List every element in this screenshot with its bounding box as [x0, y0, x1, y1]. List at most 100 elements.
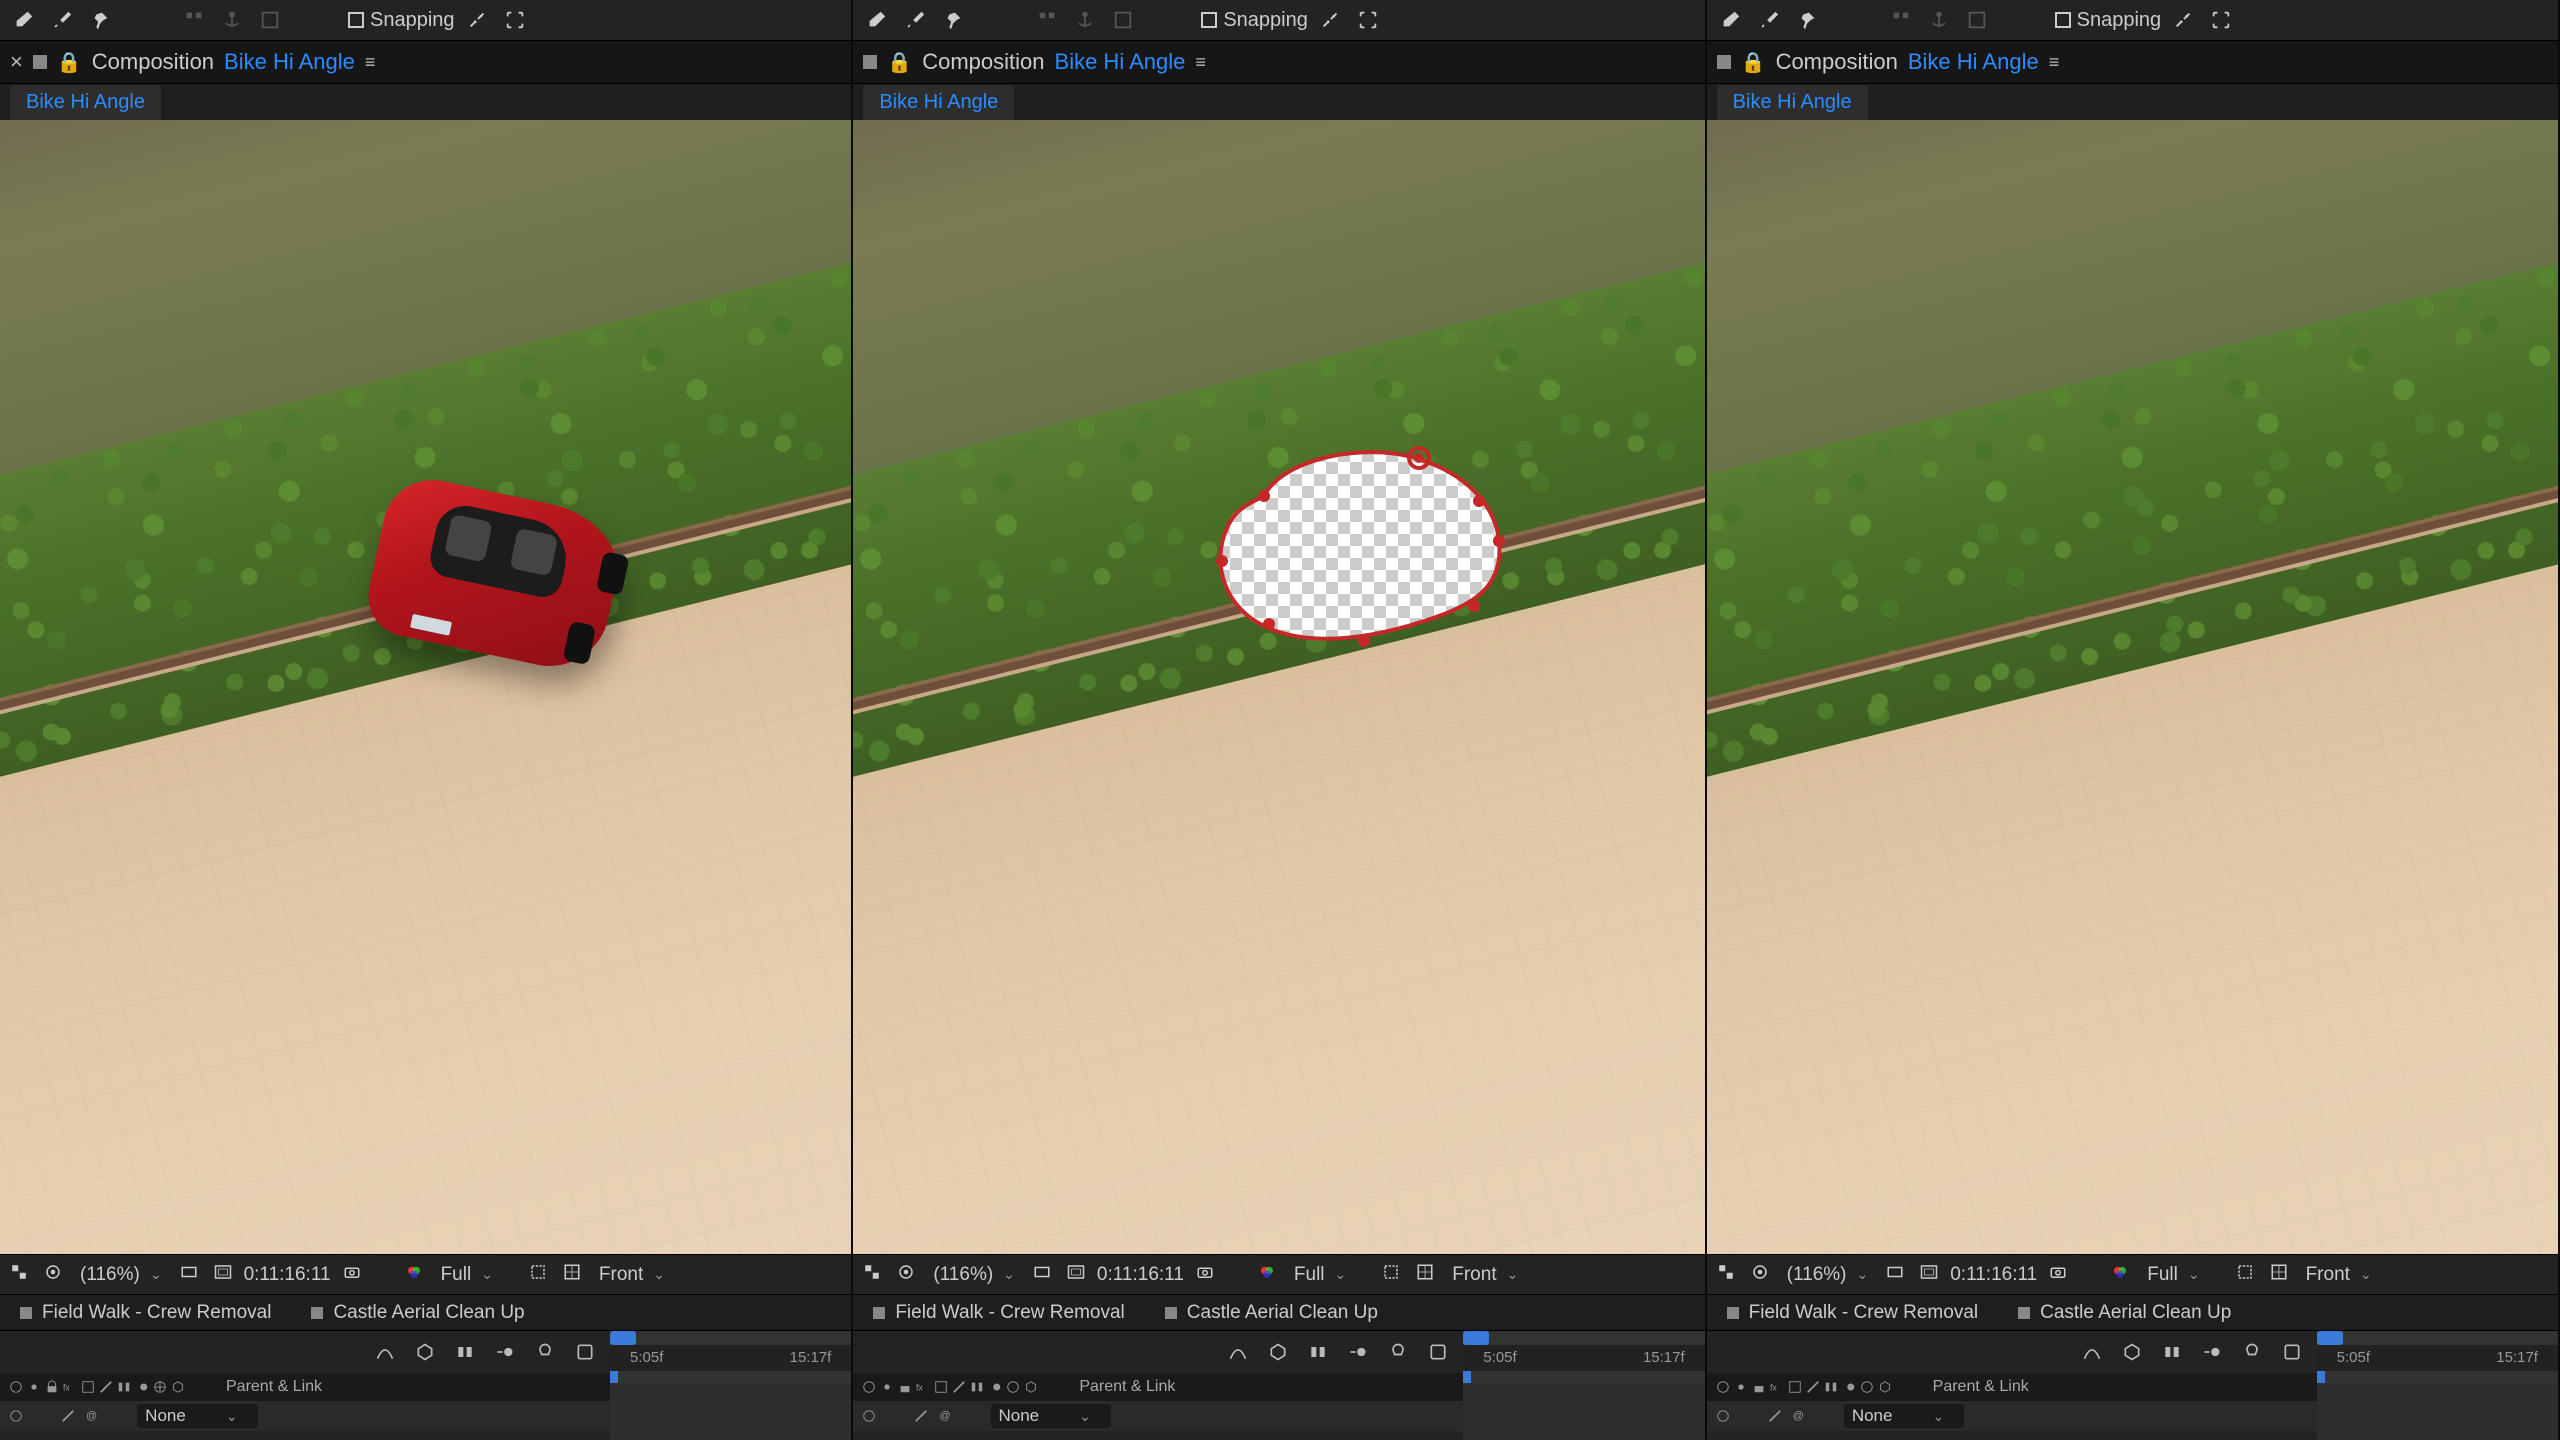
- mask-visibility-icon[interactable]: [893, 1263, 919, 1286]
- snapping-toggle[interactable]: Snapping: [2055, 9, 2162, 32]
- anchor-icon[interactable]: [1069, 4, 1101, 36]
- bounds-icon[interactable]: [1961, 4, 1993, 36]
- work-area-bar[interactable]: [610, 1371, 851, 1383]
- brush-icon[interactable]: [899, 4, 931, 36]
- safe-zones-icon[interactable]: [1916, 1263, 1942, 1286]
- snap-collapse-icon[interactable]: [2167, 4, 2199, 36]
- resolution-icon[interactable]: [1882, 1263, 1908, 1286]
- frame-blend-icon[interactable]: [450, 1337, 480, 1367]
- layer-row[interactable]: @ None⌄: [853, 1401, 1463, 1431]
- resolution-dropdown[interactable]: Full⌄: [2141, 1262, 2205, 1288]
- anchor-icon[interactable]: [216, 4, 248, 36]
- align-icon[interactable]: [178, 4, 210, 36]
- parent-dropdown[interactable]: None⌄: [1844, 1404, 1964, 1428]
- mask-visibility-icon[interactable]: [1747, 1263, 1773, 1286]
- zoom-dropdown[interactable]: (116%) ⌄: [74, 1262, 168, 1288]
- snapshot-icon[interactable]: [1192, 1263, 1218, 1286]
- align-icon[interactable]: [1031, 4, 1063, 36]
- switch-av-icon[interactable]: [8, 1379, 24, 1395]
- timeline-tab-2[interactable]: Castle Aerial Clean Up: [1165, 1302, 1378, 1324]
- pickwhip-icon[interactable]: @: [1793, 1410, 1804, 1422]
- brush-icon[interactable]: [1753, 4, 1785, 36]
- mask-shape[interactable]: [1194, 426, 1514, 666]
- parent-dropdown[interactable]: None ⌄: [137, 1404, 257, 1428]
- active-comp-tab[interactable]: Bike Hi Angle: [863, 85, 1014, 120]
- time-scrubber[interactable]: [1463, 1331, 1704, 1345]
- eraser-icon[interactable]: [861, 4, 893, 36]
- timeline-tab-2[interactable]: Castle Aerial Clean Up: [311, 1302, 524, 1324]
- region-icon[interactable]: [2232, 1263, 2258, 1286]
- lock-icon[interactable]: 🔒: [1741, 50, 1766, 75]
- draft3d-icon[interactable]: [410, 1337, 440, 1367]
- region-icon[interactable]: [1378, 1263, 1404, 1286]
- snap-collapse-icon[interactable]: [461, 4, 493, 36]
- brush-icon[interactable]: [46, 4, 78, 36]
- frame-blend-icon[interactable]: [1303, 1337, 1333, 1367]
- color-mgmt-icon[interactable]: [1254, 1263, 1280, 1286]
- switch-motionblur-icon[interactable]: [134, 1379, 150, 1395]
- switch-collapse-icon[interactable]: [80, 1379, 96, 1395]
- resolution-icon[interactable]: [176, 1263, 202, 1286]
- lock-icon[interactable]: 🔒: [887, 50, 912, 75]
- resolution-icon[interactable]: [1029, 1263, 1055, 1286]
- color-mgmt-icon[interactable]: [2107, 1263, 2133, 1286]
- draft3d-icon[interactable]: [1263, 1337, 1293, 1367]
- snap-bounds-icon[interactable]: [1352, 4, 1384, 36]
- bounds-icon[interactable]: [254, 4, 286, 36]
- region-icon[interactable]: [525, 1263, 551, 1286]
- transparency-grid-icon[interactable]: [1412, 1263, 1438, 1286]
- anchor-icon[interactable]: [1923, 4, 1955, 36]
- snap-bounds-icon[interactable]: [2205, 4, 2237, 36]
- parent-dropdown[interactable]: None⌄: [991, 1404, 1111, 1428]
- viewport[interactable]: [1707, 120, 2558, 1254]
- layer-row[interactable]: @ None⌄: [1707, 1401, 2317, 1431]
- time-scrubber[interactable]: [2317, 1331, 2558, 1345]
- layer-track[interactable]: [1463, 1383, 1704, 1440]
- panel-menu-icon[interactable]: ≡: [1195, 52, 1206, 73]
- comp-name[interactable]: Bike Hi Angle: [224, 49, 355, 75]
- graph-editor-icon[interactable]: [1223, 1337, 1253, 1367]
- brainstorm-icon[interactable]: [530, 1337, 560, 1367]
- bounds-icon[interactable]: [1107, 4, 1139, 36]
- camera-dropdown[interactable]: Front⌄: [1446, 1262, 1524, 1288]
- eraser-icon[interactable]: [8, 4, 40, 36]
- motion-blur-icon[interactable]: [1343, 1337, 1373, 1367]
- lock-icon[interactable]: 🔒: [57, 50, 82, 75]
- layer-track[interactable]: [2317, 1383, 2558, 1440]
- panel-menu-icon[interactable]: ≡: [2049, 52, 2060, 73]
- camera-dropdown[interactable]: Front ⌄: [593, 1262, 671, 1288]
- panel-menu-icon[interactable]: ≡: [365, 52, 376, 73]
- snapshot-icon[interactable]: [339, 1263, 365, 1286]
- alpha-icon[interactable]: [859, 1263, 885, 1286]
- snap-bounds-icon[interactable]: [499, 4, 531, 36]
- zoom-dropdown[interactable]: (116%)⌄: [1781, 1262, 1875, 1288]
- transparency-grid-icon[interactable]: [559, 1263, 585, 1286]
- snap-collapse-icon[interactable]: [1314, 4, 1346, 36]
- motion-blur-icon[interactable]: [2197, 1337, 2227, 1367]
- resolution-dropdown[interactable]: Full ⌄: [435, 1262, 499, 1288]
- motion-blur-icon[interactable]: [490, 1337, 520, 1367]
- switch-adjustment-icon[interactable]: [152, 1379, 168, 1395]
- snapping-toggle[interactable]: Snapping: [1201, 9, 1308, 32]
- layer-row[interactable]: @ None ⌄: [0, 1401, 610, 1431]
- pin-icon[interactable]: [937, 4, 969, 36]
- align-icon[interactable]: [1885, 4, 1917, 36]
- resolution-dropdown[interactable]: Full⌄: [1288, 1262, 1352, 1288]
- color-mgmt-icon[interactable]: [401, 1263, 427, 1286]
- draft3d-icon[interactable]: [2117, 1337, 2147, 1367]
- alpha-icon[interactable]: [6, 1263, 32, 1286]
- brainstorm-icon[interactable]: [2237, 1337, 2267, 1367]
- pin-icon[interactable]: [1791, 4, 1823, 36]
- snapshot-icon[interactable]: [2045, 1263, 2071, 1286]
- active-comp-tab[interactable]: Bike Hi Angle: [10, 85, 161, 120]
- pickwhip-icon[interactable]: @: [86, 1410, 97, 1422]
- transparency-grid-icon[interactable]: [2266, 1263, 2292, 1286]
- graph-editor-icon[interactable]: [2077, 1337, 2107, 1367]
- alpha-icon[interactable]: [1713, 1263, 1739, 1286]
- time-ruler[interactable]: 5:05f15:17f: [2317, 1345, 2558, 1371]
- zoom-dropdown[interactable]: (116%)⌄: [927, 1262, 1021, 1288]
- layer-track[interactable]: [610, 1383, 851, 1440]
- switch-quality-icon[interactable]: [98, 1379, 114, 1395]
- eraser-icon[interactable]: [1715, 4, 1747, 36]
- time-ruler[interactable]: 5:05f15:17f: [1463, 1345, 1704, 1371]
